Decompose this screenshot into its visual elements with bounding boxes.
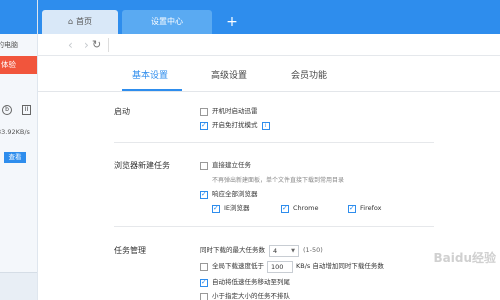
no-disturb-checkbox[interactable] (200, 120, 208, 130)
no-disturb-option[interactable]: 开启免打扰模式 i (200, 120, 270, 131)
b-icon[interactable]: b (2, 105, 12, 115)
browser-firefox-option[interactable]: Firefox (348, 203, 382, 214)
tab-settings[interactable]: 设置中心 (122, 10, 212, 34)
auto-start-option[interactable]: 开机时启动迅雷 (200, 106, 258, 117)
skip-small-option[interactable]: 小于指定大小的任务不排队 (200, 291, 290, 300)
firefox-label: Firefox (360, 204, 382, 212)
info-icon[interactable]: i (261, 121, 270, 130)
max-tasks-select[interactable]: 4 ▼ (269, 244, 299, 257)
max-tasks-range: (1-50) (303, 246, 323, 254)
forward-icon[interactable]: › (84, 37, 89, 53)
max-tasks-value: 4 (273, 246, 278, 255)
low-speed-checkbox[interactable] (200, 262, 208, 271)
add-tab-button[interactable]: + (224, 10, 240, 34)
skip-small-label: 小于指定大小的任务不排队 (212, 292, 290, 300)
left-footer (0, 272, 37, 300)
trial-banner[interactable]: 体验 (0, 56, 37, 74)
ie-checkbox[interactable] (212, 203, 220, 213)
back-icon[interactable]: ‹ (68, 37, 73, 53)
low-speed-input[interactable]: 100 (267, 260, 293, 273)
tab-home-label: 首页 (76, 17, 93, 26)
respond-all-checkbox[interactable] (200, 189, 208, 199)
tab-bar: ⌂ 首页 设置中心 + (38, 0, 500, 34)
refresh-icon[interactable]: ↻ (92, 37, 101, 53)
browser-chrome-option[interactable]: Chrome (281, 203, 319, 214)
section-divider (114, 226, 434, 227)
no-disturb-label: 开启免打扰模式 (212, 121, 258, 129)
ie-label: IE浏览器 (224, 204, 250, 212)
tab-home[interactable]: ⌂ 首页 (42, 10, 118, 34)
watermark-logo: Baidu经验 (433, 251, 497, 265)
low-speed-label: 全局下载速度低于 (212, 262, 264, 270)
pause-icon[interactable]: II (22, 105, 31, 115)
download-speed: 33.92KB/s (0, 128, 30, 136)
direct-task-option[interactable]: 直接建立任务 (200, 160, 251, 171)
skip-small-checkbox[interactable] (200, 292, 208, 300)
tab-basic-settings[interactable]: 基本设置 (132, 68, 168, 81)
auto-start-checkbox[interactable] (200, 107, 208, 116)
direct-task-checkbox[interactable] (200, 161, 208, 170)
chrome-checkbox[interactable] (281, 203, 289, 213)
auto-start-label: 开机时启动迅雷 (212, 107, 258, 115)
firefox-checkbox[interactable] (348, 203, 356, 213)
nav-bar: ‹ › ↻ (38, 34, 500, 56)
chrome-label: Chrome (293, 204, 319, 212)
settings-tabs: 基本设置 高级设置 会员功能 (38, 56, 500, 92)
home-icon: ⌂ (67, 17, 74, 26)
auto-move-option[interactable]: 自动将低速任务移动至列尾 (200, 277, 290, 288)
address-separator (108, 38, 109, 52)
tab-vip-features[interactable]: 会员功能 (291, 68, 327, 81)
auto-move-checkbox[interactable] (200, 277, 208, 287)
respond-all-option[interactable]: 响应全部浏览器 (200, 189, 258, 200)
respond-all-label: 响应全部浏览器 (212, 190, 258, 198)
active-tab-indicator (122, 89, 182, 91)
tab-advanced-settings[interactable]: 高级设置 (211, 68, 247, 81)
browser-ie-option[interactable]: IE浏览器 (212, 203, 250, 214)
direct-task-hint: 不再弹出新建面板，单个文件直接下载到常用目录 (212, 177, 345, 184)
low-speed-option[interactable]: 全局下载速度低于 100 KB/s 自动增加同时下载任务数 (200, 260, 384, 273)
view-button[interactable]: 查看 (4, 152, 26, 163)
chevron-down-icon: ▼ (291, 247, 295, 254)
left-top-bar (0, 0, 37, 34)
my-computer-label[interactable]: 我的电脑 (0, 40, 28, 50)
max-tasks-row: 同时下载的最大任务数 4 ▼ (1-50) (200, 244, 323, 257)
left-panel: 我的电脑 体验 b II 33.92KB/s 查看 (0, 0, 38, 300)
section-divider (114, 142, 434, 143)
section-task-title: 任务管理 (114, 246, 146, 255)
settings-content: 启动 开机时启动迅雷 开启免打扰模式 i 浏览器新建任务 直接建立任务 不再弹出… (38, 92, 500, 300)
section-browser-title: 浏览器新建任务 (114, 161, 170, 170)
low-speed-suffix: KB/s 自动增加同时下载任务数 (296, 262, 384, 270)
auto-move-label: 自动将低速任务移动至列尾 (212, 278, 290, 286)
direct-task-label: 直接建立任务 (212, 161, 251, 169)
section-startup-title: 启动 (114, 107, 130, 116)
max-tasks-label: 同时下载的最大任务数 (200, 246, 265, 254)
